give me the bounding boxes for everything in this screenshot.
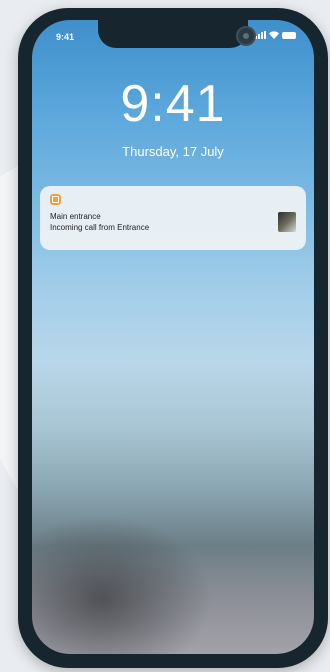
cellular-signal-icon [255,31,266,39]
lock-screen: 9:41 9:41 Thursday, 17 July Main entranc… [32,20,314,654]
lock-screen-date: Thursday, 17 July [122,144,224,159]
notch [98,20,248,48]
phone-frame: 9:41 9:41 Thursday, 17 July Main entranc… [18,8,328,668]
door-icon [50,194,61,205]
front-camera [236,26,256,46]
notification-title: Main entrance [50,212,101,221]
status-bar-time: 9:41 [56,32,75,42]
lock-screen-clock: 9:41 [120,75,226,133]
wifi-icon [269,31,279,39]
battery-icon [282,32,296,39]
notification-card[interactable]: Main entrance Incoming call from Entranc… [40,186,306,250]
notification-body: Incoming call from Entrance [50,223,150,232]
status-bar-icons [255,31,296,39]
camera-snapshot-thumbnail [278,212,296,232]
